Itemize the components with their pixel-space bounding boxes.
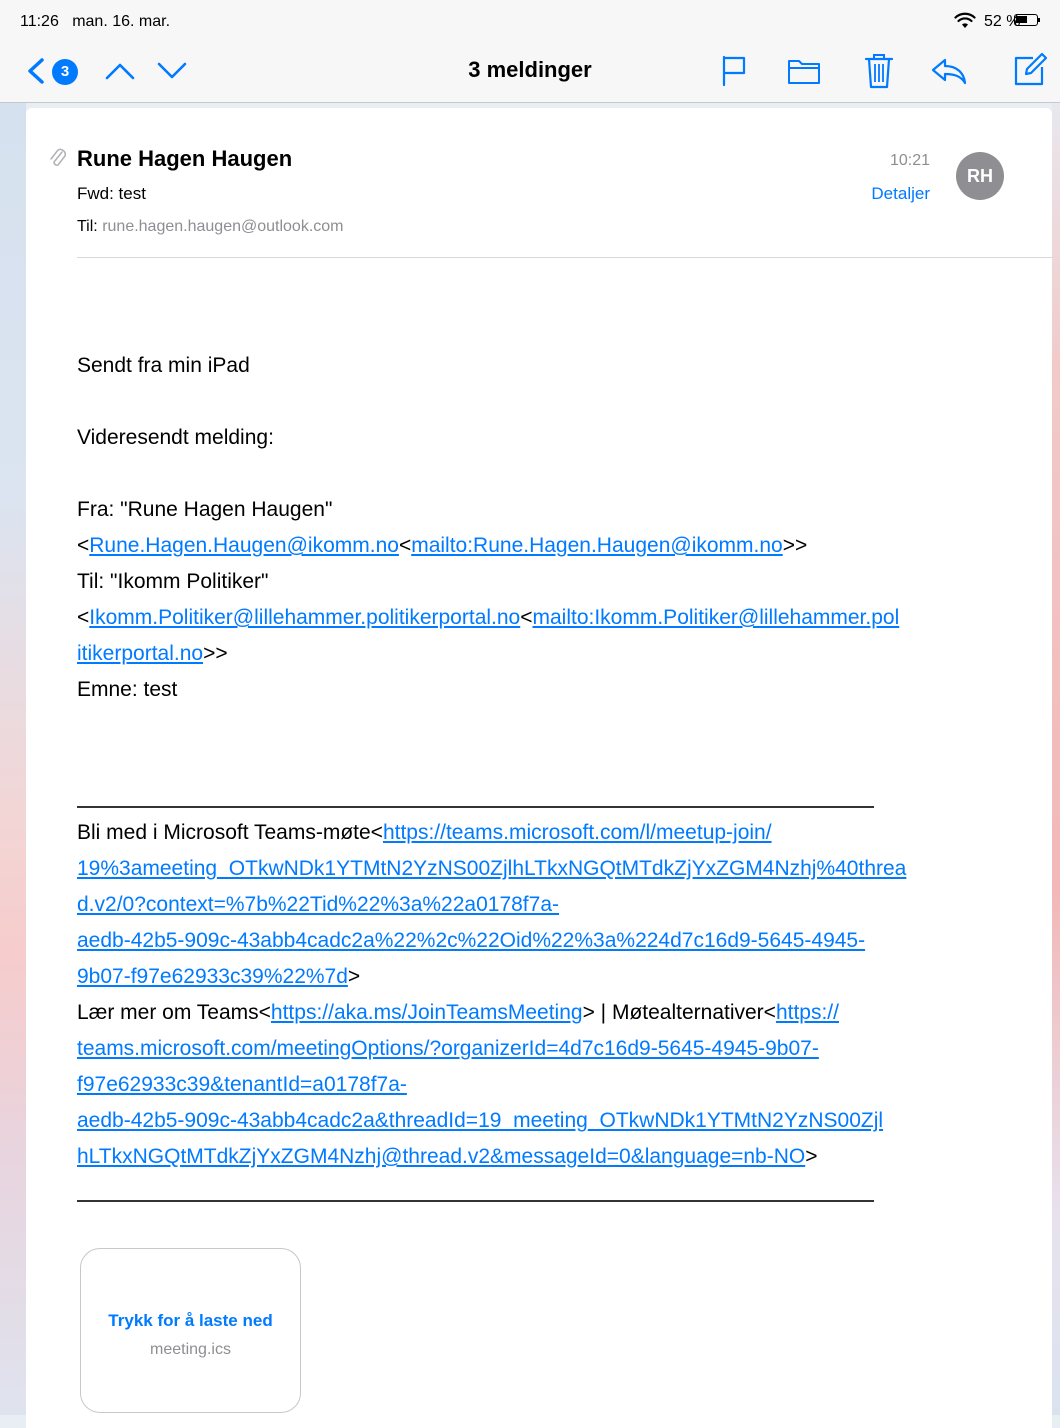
options-line-3: f97e62933c39&tenantId=a0178f7a- <box>77 1067 407 1103</box>
teams-join-link-5[interactable]: 9b07-f97e62933c39%22%7d <box>77 965 348 988</box>
sent-from-line: Sendt fra min iPad <box>77 354 250 377</box>
divider-bottom <box>77 1200 874 1202</box>
to-mailto-link[interactable]: mailto:Ikomm.Politiker@lillehammer.pol <box>533 606 900 629</box>
to-address-line-cont: itikerportal.no>> <box>77 642 228 665</box>
left-background-edge <box>0 103 26 1415</box>
meeting-options-link[interactable]: https:// <box>776 1001 839 1024</box>
options-line-2: teams.microsoft.com/meetingOptions/?orga… <box>77 1031 819 1067</box>
to-line: Til: "Ikomm Politiker" <box>77 570 269 593</box>
header-separator <box>77 257 1052 258</box>
teams-join-link[interactable]: https://teams.microsoft.com/l/meetup-joi… <box>383 821 772 844</box>
to-address-line: <Ikomm.Politiker@lillehammer.politikerpo… <box>77 606 900 629</box>
teams-join-line-2: 19%3ameeting_OTkwNDk1YTMtN2YzNS00ZjlhLTk… <box>77 851 906 887</box>
details-link[interactable]: Detaljer <box>0 184 930 204</box>
teams-join-link-3[interactable]: d.v2/0?context=%7b%22Tid%22%3a%22a0178f7… <box>77 893 559 916</box>
folder-icon[interactable] <box>787 56 821 86</box>
from-line: Fra: "Rune Hagen Haugen" <box>77 498 333 521</box>
nav-bar: 3 3 meldinger <box>0 42 1060 103</box>
battery-icon <box>1014 14 1038 26</box>
divider-top <box>77 806 874 808</box>
mail-card <box>26 108 1052 1428</box>
attachment-tile[interactable]: Trykk for å laste ned meeting.ics <box>80 1248 301 1413</box>
options-line-5: hLTkxNGQtMTdkZjYxZGM4Nzhj@thread.v2&mess… <box>77 1145 818 1168</box>
meeting-options-link-2[interactable]: teams.microsoft.com/meetingOptions/?orga… <box>77 1037 819 1060</box>
teams-join-link-4[interactable]: aedb-42b5-909c-43abb4cadc2a%22%2c%22Oid%… <box>77 929 865 952</box>
options-line-4: aedb-42b5-909c-43abb4cadc2a&threadId=19_… <box>77 1103 883 1139</box>
to-mailto-link-cont[interactable]: itikerportal.no <box>77 642 203 665</box>
subject-line: Emne: test <box>77 678 178 701</box>
right-background-edge <box>1052 103 1060 1415</box>
forwarded-header: Videresendt melding: <box>77 426 274 449</box>
flag-icon[interactable] <box>720 54 748 88</box>
nav-title: 3 meldinger <box>468 57 592 82</box>
from-address-line: <Rune.Hagen.Haugen@ikomm.no<mailto:Rune.… <box>77 534 808 557</box>
battery-tip <box>1038 18 1040 22</box>
teams-join-line-4: aedb-42b5-909c-43abb4cadc2a%22%2c%22Oid%… <box>77 923 865 959</box>
trash-icon[interactable] <box>864 52 894 90</box>
learn-teams-link[interactable]: https://aka.ms/JoinTeamsMeeting <box>271 1001 583 1024</box>
status-bar: 11:26 man. 16. mar. 52 % <box>0 0 1060 42</box>
teams-join-link-2[interactable]: 19%3ameeting_OTkwNDk1YTMtN2YzNS00ZjlhLTk… <box>77 857 906 880</box>
to-email-link[interactable]: Ikomm.Politiker@lillehammer.politikerpor… <box>89 606 520 629</box>
meeting-options-link-5[interactable]: hLTkxNGQtMTdkZjYxZGM4Nzhj@thread.v2&mess… <box>77 1145 805 1168</box>
recipient-address[interactable]: rune.hagen.haugen@outlook.com <box>102 218 343 235</box>
teams-join-line: Bli med i Microsoft Teams-møte<https://t… <box>77 821 772 844</box>
meeting-options-link-3[interactable]: f97e62933c39&tenantId=a0178f7a- <box>77 1073 407 1096</box>
teams-join-line-3: d.v2/0?context=%7b%22Tid%22%3a%22a0178f7… <box>77 887 559 923</box>
to-label: Til: <box>77 218 98 235</box>
meeting-options-link-4[interactable]: aedb-42b5-909c-43abb4cadc2a&threadId=19_… <box>77 1109 883 1132</box>
wifi-icon <box>954 12 976 28</box>
reply-icon[interactable] <box>930 56 968 86</box>
avatar[interactable]: RH <box>956 152 1004 200</box>
compose-icon[interactable] <box>1012 52 1048 88</box>
teams-join-line-5: 9b07-f97e62933c39%22%7d> <box>77 965 361 988</box>
learn-more-line: Lær mer om Teams<https://aka.ms/JoinTeam… <box>77 1001 839 1024</box>
recipient-row[interactable]: Til: rune.hagen.haugen@outlook.com <box>77 218 344 236</box>
mail-time: 10:21 <box>889 152 930 169</box>
download-label[interactable]: Trykk for å laste ned <box>81 1311 300 1331</box>
from-mailto-link[interactable]: mailto:Rune.Hagen.Haugen@ikomm.no <box>411 534 783 557</box>
attachment-filename: meeting.ics <box>150 1341 231 1358</box>
status-time: 11:26 man. 16. mar. <box>20 13 171 30</box>
from-email-link[interactable]: Rune.Hagen.Haugen@ikomm.no <box>89 534 399 557</box>
